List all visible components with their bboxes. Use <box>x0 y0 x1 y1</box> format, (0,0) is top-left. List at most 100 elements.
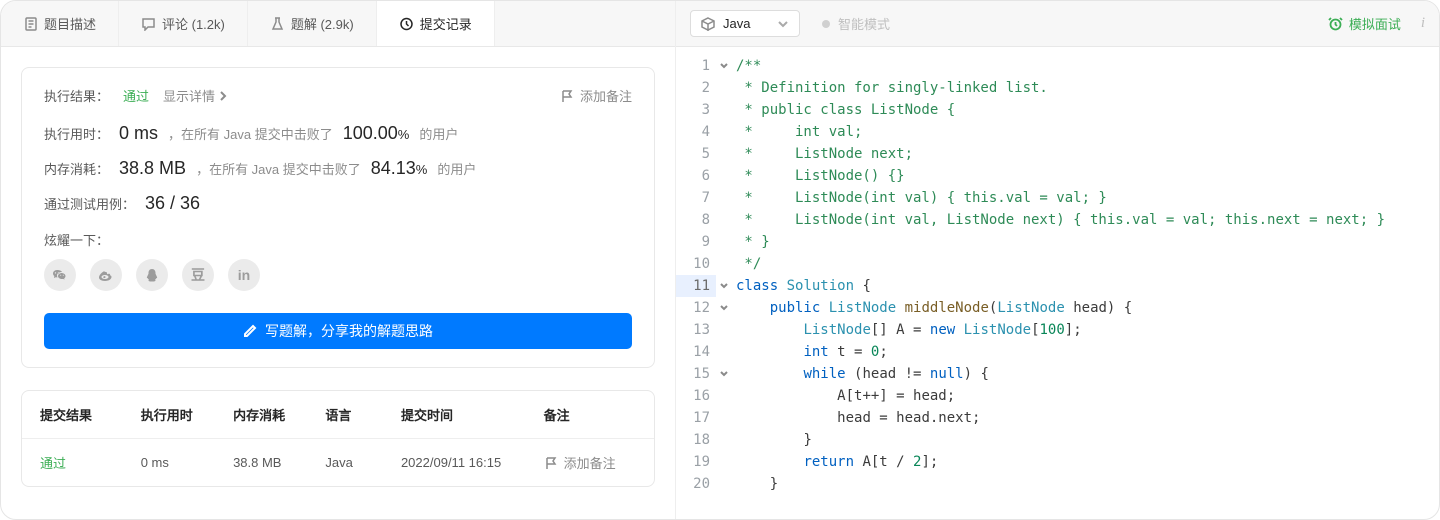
code-line[interactable]: * ListNode() {} <box>736 165 1439 187</box>
line-number: 8 <box>676 209 710 231</box>
code-line[interactable]: * public class ListNode { <box>736 99 1439 121</box>
share-linkedin-icon[interactable]: in <box>228 259 260 291</box>
row-runtime: 0 ms <box>141 455 233 470</box>
memory-value: 38.8 MB <box>119 158 186 179</box>
runtime-pct: 100.00 <box>343 123 398 143</box>
show-details-link[interactable]: 显示详情 <box>163 86 229 105</box>
dot-icon <box>822 20 830 28</box>
line-number: 1 <box>676 55 710 77</box>
tab-comments[interactable]: 评论 (1.2k) <box>119 1 248 46</box>
line-number: 9 <box>676 231 710 253</box>
line-number: 6 <box>676 165 710 187</box>
code-line[interactable]: A[t++] = head; <box>736 385 1439 407</box>
clock-icon <box>399 16 414 31</box>
th-note: 备注 <box>544 405 636 424</box>
fold-toggle[interactable] <box>716 55 732 77</box>
line-number: 16 <box>676 385 710 407</box>
line-number: 15 <box>676 363 710 385</box>
submission-table: 提交结果 执行用时 内存消耗 语言 提交时间 备注 通过 0 ms 38.8 M… <box>21 390 655 487</box>
result-card: 执行结果： 通过 显示详情 添加备注 执行用时： 0 ms <box>21 67 655 368</box>
code-line[interactable]: * ListNode next; <box>736 143 1439 165</box>
share-wechat-icon[interactable] <box>44 259 76 291</box>
flag-icon <box>560 89 574 103</box>
code-line[interactable]: public ListNode middleNode(ListNode head… <box>736 297 1439 319</box>
fold-toggle[interactable] <box>716 275 732 297</box>
memory-line: 内存消耗： 38.8 MB ，在所有 Java 提交中击败了 84.13% 的用… <box>44 158 632 179</box>
th-time: 提交时间 <box>401 405 544 424</box>
code-line[interactable]: * } <box>736 231 1439 253</box>
add-note-link[interactable]: 添加备注 <box>560 86 632 105</box>
line-number: 5 <box>676 143 710 165</box>
share-label: 炫耀一下： <box>44 230 632 249</box>
th-memory: 内存消耗 <box>233 405 325 424</box>
status-badge: 通过 <box>123 86 149 105</box>
code-line[interactable]: return A[t / 2]; <box>736 451 1439 473</box>
share-douban-icon[interactable]: 豆 <box>182 259 214 291</box>
tests-value: 36 / 36 <box>145 193 200 214</box>
code-line[interactable]: * Definition for singly-linked list. <box>736 77 1439 99</box>
code-line[interactable]: * ListNode(int val, ListNode next) { thi… <box>736 209 1439 231</box>
runtime-value: 0 ms <box>119 123 158 144</box>
pencil-icon <box>243 324 257 338</box>
chevron-down-icon <box>719 61 729 71</box>
line-number: 18 <box>676 429 710 451</box>
code-line[interactable]: * ListNode(int val) { this.val = val; } <box>736 187 1439 209</box>
code-line[interactable]: int t = 0; <box>736 341 1439 363</box>
code-line[interactable]: * int val; <box>736 121 1439 143</box>
line-number: 19 <box>676 451 710 473</box>
fold-toggle[interactable] <box>716 363 732 385</box>
language-select[interactable]: Java <box>690 10 800 37</box>
table-row[interactable]: 通过 0 ms 38.8 MB Java 2022/09/11 16:15 添加… <box>22 439 654 486</box>
chevron-down-icon <box>719 281 729 291</box>
fold-toggle[interactable] <box>716 297 732 319</box>
row-memory: 38.8 MB <box>233 455 325 470</box>
code-editor[interactable]: 1234567891011121314151617181920 /** * De… <box>676 47 1439 519</box>
tab-submissions[interactable]: 提交记录 <box>377 1 495 46</box>
tab-solutions[interactable]: 题解 (2.9k) <box>248 1 377 46</box>
chevron-right-icon <box>217 90 229 102</box>
tests-line: 通过测试用例： 36 / 36 <box>44 193 632 214</box>
share-row: 豆 in <box>44 259 632 291</box>
code-line[interactable]: ListNode[] A = new ListNode[100]; <box>736 319 1439 341</box>
flag-icon <box>544 456 558 470</box>
share-qq-icon[interactable] <box>136 259 168 291</box>
language-value: Java <box>723 16 750 31</box>
line-number: 10 <box>676 253 710 275</box>
line-number: 20 <box>676 473 710 495</box>
tab-description[interactable]: 题目描述 <box>1 1 119 46</box>
flask-icon <box>270 16 285 31</box>
row-lang: Java <box>325 455 401 470</box>
info-icon[interactable]: i <box>1421 15 1425 32</box>
line-number: 17 <box>676 407 710 429</box>
row-time: 2022/09/11 16:15 <box>401 455 544 470</box>
code-line[interactable]: class Solution { <box>736 275 1439 297</box>
row-result[interactable]: 通过 <box>40 453 141 472</box>
memory-pct: 84.13 <box>371 158 416 178</box>
line-number: 13 <box>676 319 710 341</box>
code-line[interactable]: /** <box>736 55 1439 77</box>
line-number: 2 <box>676 77 710 99</box>
code-line[interactable]: } <box>736 429 1439 451</box>
mock-interview-link[interactable]: 模拟面试 <box>1328 14 1401 33</box>
th-lang: 语言 <box>325 405 401 424</box>
code-line[interactable]: */ <box>736 253 1439 275</box>
chevron-down-icon <box>719 303 729 313</box>
row-add-note[interactable]: 添加备注 <box>544 453 636 472</box>
line-number: 3 <box>676 99 710 121</box>
chevron-down-icon <box>719 369 729 379</box>
chevron-down-icon <box>777 18 789 30</box>
runtime-line: 执行用时： 0 ms ，在所有 Java 提交中击败了 100.00% 的用户 <box>44 123 632 144</box>
smart-mode[interactable]: 智能模式 <box>822 14 890 33</box>
share-weibo-icon[interactable] <box>90 259 122 291</box>
line-number: 12 <box>676 297 710 319</box>
write-solution-button[interactable]: 写题解，分享我的解题思路 <box>44 313 632 349</box>
result-label: 执行结果： <box>44 86 109 105</box>
line-number: 4 <box>676 121 710 143</box>
th-runtime: 执行用时 <box>141 405 233 424</box>
code-line[interactable]: head = head.next; <box>736 407 1439 429</box>
code-line[interactable]: while (head != null) { <box>736 363 1439 385</box>
alarm-icon <box>1328 16 1343 31</box>
tab-label: 题目描述 <box>44 14 96 33</box>
tab-label: 提交记录 <box>420 14 472 33</box>
code-line[interactable]: } <box>736 473 1439 495</box>
